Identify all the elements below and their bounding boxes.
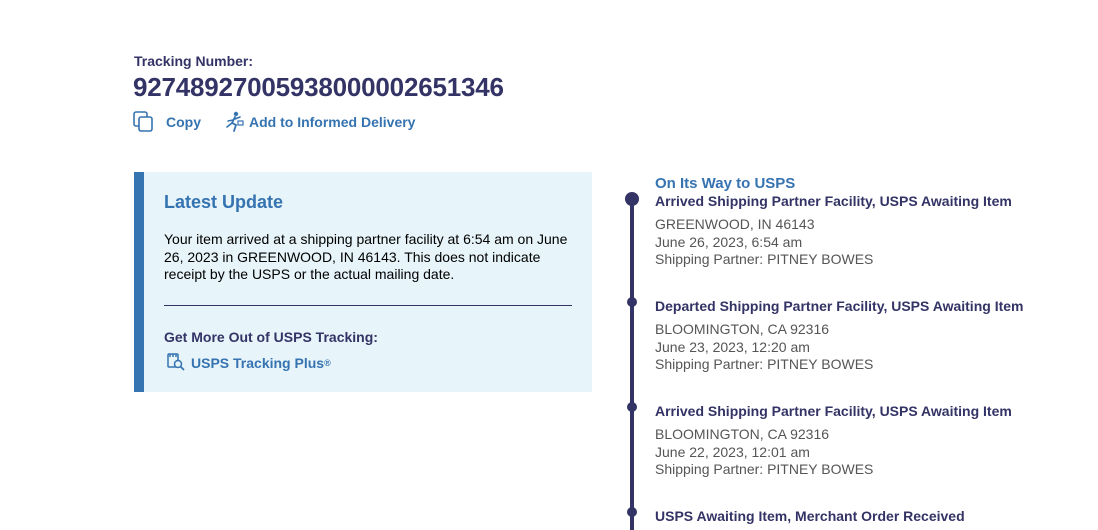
copy-button[interactable]: Copy (133, 111, 201, 133)
timeline-dot-current (625, 192, 639, 206)
event-title: Arrived Shipping Partner Facility, USPS … (655, 403, 1012, 419)
event-location: BLOOMINGTON, CA 92316 (655, 426, 830, 442)
tracking-number: 92748927005938000002651346 (133, 72, 504, 102)
event-partner: Shipping Partner: PITNEY BOWES (655, 461, 874, 477)
tracking-event: Arrived Shipping Partner Facility, USPS … (655, 193, 1075, 269)
latest-update-text: Your item arrived at a shipping partner … (164, 231, 568, 282)
copy-icon (133, 111, 155, 133)
tracking-status-heading: On Its Way to USPS (655, 175, 796, 192)
tracking-plus-label: USPS Tracking Plus (191, 355, 325, 371)
event-datetime: June 23, 2023, 12:20 am (655, 338, 810, 355)
event-datetime: June 22, 2023, 12:01 am (655, 443, 810, 460)
tracking-actions: Copy Add to Informed Delivery (133, 111, 415, 133)
more-tracking-title: Get More Out of USPS Tracking: (164, 329, 378, 345)
usps-tracking-plus-link[interactable]: USPS Tracking Plus ® (166, 352, 331, 374)
timeline-dot (627, 507, 637, 517)
copy-label: Copy (166, 114, 201, 130)
tracking-number-label: Tracking Number: (134, 53, 254, 69)
tracking-plus-icon (166, 352, 191, 374)
timeline-line (630, 199, 634, 530)
event-partner: Shipping Partner: PITNEY BOWES (655, 356, 874, 372)
event-location: GREENWOOD, IN 46143 (655, 216, 815, 232)
tracking-event: Departed Shipping Partner Facility, USPS… (655, 298, 1075, 374)
event-datetime: June 26, 2023, 6:54 am (655, 233, 803, 250)
event-location: BLOOMINGTON, CA 92316 (655, 321, 830, 337)
latest-update-panel: Latest Update Your item arrived at a shi… (134, 172, 592, 392)
divider (164, 305, 572, 306)
event-title: Arrived Shipping Partner Facility, USPS … (655, 193, 1012, 209)
tracking-event: USPS Awaiting Item, Merchant Order Recei… (655, 508, 1075, 525)
tracking-event: Arrived Shipping Partner Facility, USPS … (655, 403, 1075, 479)
add-informed-delivery-button[interactable]: Add to Informed Delivery (201, 111, 415, 133)
event-title: USPS Awaiting Item, Merchant Order Recei… (655, 508, 965, 524)
timeline-dot (627, 297, 637, 307)
latest-update-title: Latest Update (164, 192, 284, 212)
informed-delivery-icon (223, 111, 245, 133)
event-partner: Shipping Partner: PITNEY BOWES (655, 251, 874, 267)
informed-delivery-label: Add to Informed Delivery (249, 114, 416, 130)
timeline-dot (627, 402, 637, 412)
registered-mark: ® (324, 358, 331, 368)
event-title: Departed Shipping Partner Facility, USPS… (655, 298, 1024, 314)
